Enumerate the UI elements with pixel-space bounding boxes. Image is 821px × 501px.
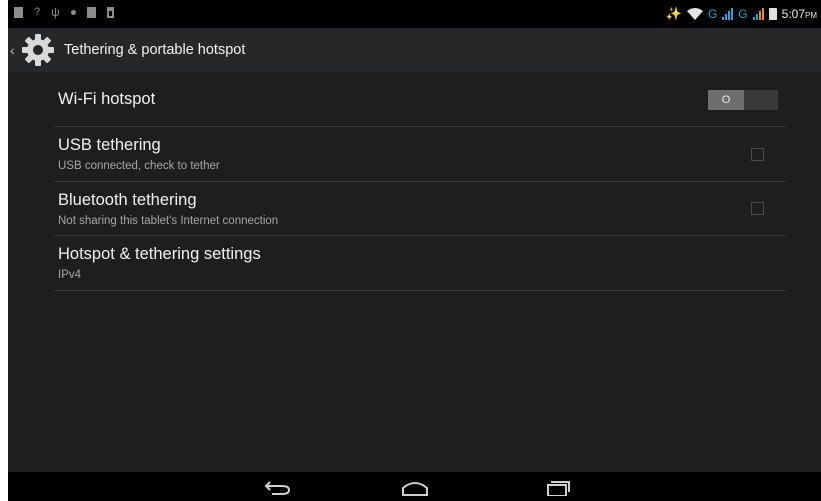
pref-title: Bluetooth tethering bbox=[58, 191, 197, 209]
usb-icon: ψ bbox=[51, 5, 60, 19]
signal-icon bbox=[752, 8, 764, 20]
pref-title: USB tethering bbox=[58, 136, 161, 154]
recents-icon[interactable] bbox=[542, 480, 572, 496]
status-bar: ? ψ ✨ G G 5:07PM bbox=[8, 0, 821, 28]
pref-summary: USB connected, check to tether bbox=[58, 160, 220, 172]
usb-tethering-checkbox[interactable] bbox=[751, 148, 764, 161]
settings-list: Wi-Fi hotspot O USB tethering USB connec… bbox=[8, 72, 821, 472]
pref-summary: Not sharing this tablet's Internet conne… bbox=[58, 215, 279, 227]
page-title: Tethering & portable hotspot bbox=[64, 42, 246, 58]
pref-usb-tethering[interactable]: USB tethering USB connected, check to te… bbox=[54, 127, 786, 182]
sd-card-icon bbox=[106, 7, 114, 18]
network-type-1: G bbox=[707, 7, 718, 21]
bluetooth-icon: ✨ bbox=[665, 6, 682, 21]
settings-gear-icon[interactable] bbox=[20, 32, 56, 68]
notification-icon bbox=[14, 7, 23, 18]
notification-icon bbox=[86, 7, 96, 18]
toggle-thumb: O bbox=[708, 90, 744, 110]
dot-icon bbox=[70, 10, 76, 15]
pref-hotspot-settings[interactable]: Hotspot & tethering settings IPv4 bbox=[54, 236, 786, 291]
notification-icons: ? ψ bbox=[14, 5, 114, 19]
up-caret-icon[interactable]: ‹ bbox=[10, 42, 20, 58]
home-icon[interactable] bbox=[400, 480, 430, 496]
pref-bluetooth-tethering[interactable]: Bluetooth tethering Not sharing this tab… bbox=[54, 182, 786, 236]
battery-icon bbox=[768, 8, 777, 20]
wifi-question-icon: ? bbox=[34, 6, 41, 18]
pref-summary: IPv4 bbox=[58, 269, 82, 281]
pref-wifi-hotspot[interactable]: Wi-Fi hotspot O bbox=[54, 72, 786, 127]
tablet-screen: ? ψ ✨ G G 5:07PM ‹ Tethering & portable … bbox=[8, 0, 821, 501]
system-icons: ✨ G G 5:07PM bbox=[666, 6, 817, 22]
clock: 5:07PM bbox=[782, 7, 817, 21]
bluetooth-tethering-checkbox[interactable] bbox=[751, 202, 764, 215]
navigation-bar bbox=[8, 472, 821, 501]
network-type-2: G bbox=[738, 7, 748, 21]
signal-icon bbox=[722, 8, 734, 20]
back-icon[interactable] bbox=[262, 480, 292, 496]
pref-title: Wi-Fi hotspot bbox=[58, 90, 156, 108]
action-bar: ‹ Tethering & portable hotspot bbox=[8, 28, 821, 72]
wifi-hotspot-toggle[interactable]: O bbox=[708, 90, 778, 110]
pref-title: Hotspot & tethering settings bbox=[58, 245, 261, 263]
wifi-icon bbox=[686, 8, 703, 20]
clock-time: 5:07 bbox=[781, 7, 805, 21]
clock-suffix: PM bbox=[805, 11, 817, 20]
